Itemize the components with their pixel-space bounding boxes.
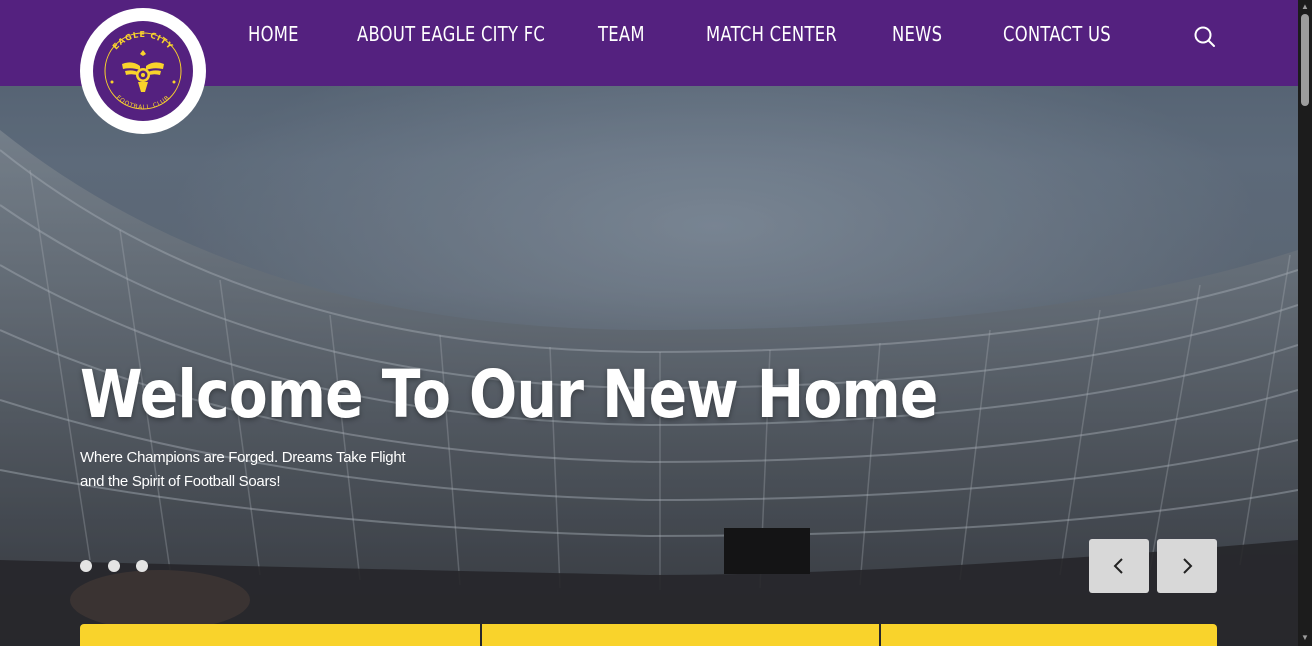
nav-item-contact[interactable]: CONTACT US: [1003, 22, 1111, 52]
slider-prev-button[interactable]: [1089, 539, 1149, 593]
club-logo[interactable]: EAGLE CITY FOOTBALL CLUB: [80, 8, 206, 134]
slide-dot-1[interactable]: [80, 560, 92, 572]
feature-card-1[interactable]: [80, 624, 480, 646]
slider-next-button[interactable]: [1157, 539, 1217, 593]
nav-item-match-center[interactable]: MATCH CENTER: [706, 22, 837, 52]
search-icon: [1194, 26, 1215, 47]
chevron-right-icon: [1183, 558, 1193, 574]
nav-item-news[interactable]: NEWS: [892, 22, 942, 52]
nav-item-about[interactable]: ABOUT EAGLE CITY FC: [357, 22, 545, 52]
feature-card-3[interactable]: [881, 624, 1217, 646]
hero-subtitle-line-1: Where Champions are Forged. Dreams Take …: [80, 449, 406, 466]
slide-dot-3[interactable]: [136, 560, 148, 572]
nav-item-team[interactable]: TEAM: [598, 22, 645, 52]
scroll-thumb[interactable]: [1301, 14, 1309, 106]
scroll-down-arrow-icon[interactable]: ▼: [1301, 634, 1309, 642]
nav-item-home[interactable]: HOME: [248, 22, 299, 52]
search-button[interactable]: [1192, 24, 1218, 50]
hero-title: Welcome To Our New Home: [80, 356, 938, 433]
feature-card-2[interactable]: [482, 624, 879, 646]
hero-subtitle-line-2: and the Spirit of Football Soars!: [80, 473, 281, 490]
scrollbar[interactable]: ▲ ▼: [1298, 0, 1312, 646]
scroll-up-arrow-icon[interactable]: ▲: [1301, 3, 1309, 11]
page: HOME ABOUT EAGLE CITY FC TEAM MATCH CENT…: [0, 0, 1298, 646]
chevron-left-icon: [1113, 558, 1123, 574]
eagle-crest-icon: EAGLE CITY FOOTBALL CLUB: [93, 21, 193, 121]
slide-dot-2[interactable]: [108, 560, 120, 572]
